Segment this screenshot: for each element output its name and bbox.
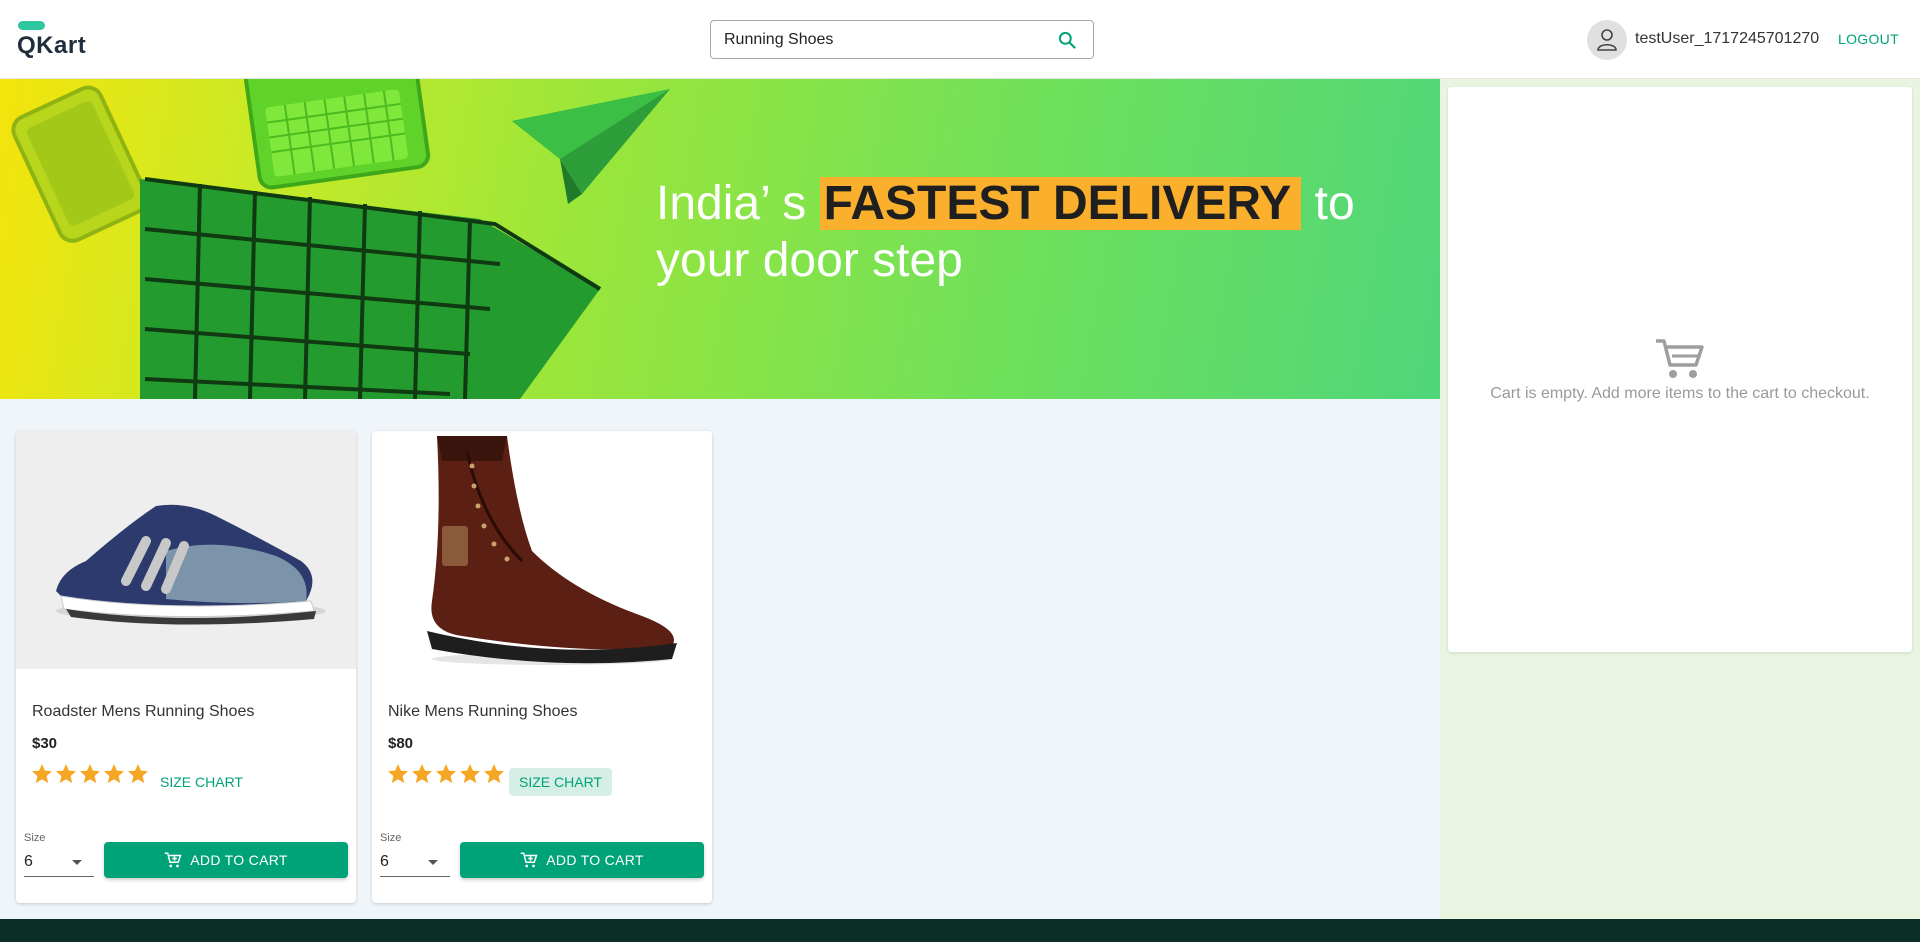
user-icon: [1597, 29, 1617, 51]
product-rating: [386, 762, 506, 786]
size-value: 6: [380, 853, 389, 870]
hero-headline: India’ s FASTEST DELIVERY to your door s…: [656, 175, 1356, 289]
cart-empty-message: Cart is empty. Add more items to the car…: [1490, 385, 1870, 402]
leather-boot-image: [427, 436, 677, 665]
search-box: [710, 20, 1094, 59]
shopping-cart-icon: [1656, 339, 1704, 378]
username: testUser_1717245701270: [1635, 30, 1820, 47]
add-to-cart-label: ADD TO CART: [190, 852, 288, 868]
qkart-logo[interactable]: QKart: [17, 20, 97, 60]
star-icon: [32, 764, 52, 783]
star-icon: [412, 764, 432, 783]
star-icon: [128, 764, 148, 783]
add-to-cart-button[interactable]: ADD TO CART: [104, 842, 348, 878]
star-icon: [436, 764, 456, 783]
avatar: [1587, 20, 1627, 60]
product-price: $80: [388, 735, 414, 752]
logo-mark: [18, 21, 45, 30]
product-name: Roadster Mens Running Shoes: [32, 703, 255, 720]
cart-panel: Cart is empty. Add more items to the car…: [1448, 87, 1912, 652]
star-icon: [484, 764, 504, 783]
star-icon: [56, 764, 76, 783]
add-shopping-cart-icon: [165, 852, 182, 868]
product-name: Nike Mens Running Shoes: [388, 703, 578, 720]
footer: [0, 919, 1920, 942]
search-input[interactable]: [724, 29, 1044, 51]
product-rating: [30, 762, 150, 786]
size-select[interactable]: 6: [24, 847, 94, 877]
hero-highlight: FASTEST DELIVERY: [819, 177, 1302, 230]
size-label: Size: [24, 832, 46, 844]
star-icon: [460, 764, 480, 783]
product-card: Nike Mens Running Shoes $80 SIZE CHART S…: [372, 431, 712, 903]
logo-text: QKart: [17, 32, 87, 59]
logout-button[interactable]: LOGOUT: [1838, 31, 1899, 47]
star-icon: [104, 764, 124, 783]
size-chart-button[interactable]: SIZE CHART: [160, 774, 243, 790]
add-shopping-cart-icon: [521, 852, 538, 868]
running-shoe-image: [56, 504, 326, 625]
app-header: QKart testUser_1717245701270 LOGOUT: [0, 0, 1920, 79]
hero-banner: India’ s FASTEST DELIVERY to your door s…: [0, 79, 1440, 399]
star-icon: [80, 764, 100, 783]
hero-text-start: India’ s: [656, 177, 820, 230]
add-to-cart-label: ADD TO CART: [546, 852, 644, 868]
product-card: Roadster Mens Running Shoes $30 SIZE CHA…: [16, 431, 356, 903]
caret-down-icon: [72, 860, 82, 865]
product-image: [372, 431, 712, 669]
caret-down-icon: [428, 860, 438, 865]
delivery-illustration: [11, 79, 670, 399]
star-icon: [388, 764, 408, 783]
size-chart-button[interactable]: SIZE CHART: [509, 768, 612, 796]
size-value: 6: [24, 853, 33, 870]
size-label: Size: [380, 832, 402, 844]
size-select[interactable]: 6: [380, 847, 450, 877]
product-price: $30: [32, 735, 58, 752]
search-icon[interactable]: [1057, 30, 1077, 50]
product-image: [16, 431, 356, 669]
add-to-cart-button[interactable]: ADD TO CART: [460, 842, 704, 878]
